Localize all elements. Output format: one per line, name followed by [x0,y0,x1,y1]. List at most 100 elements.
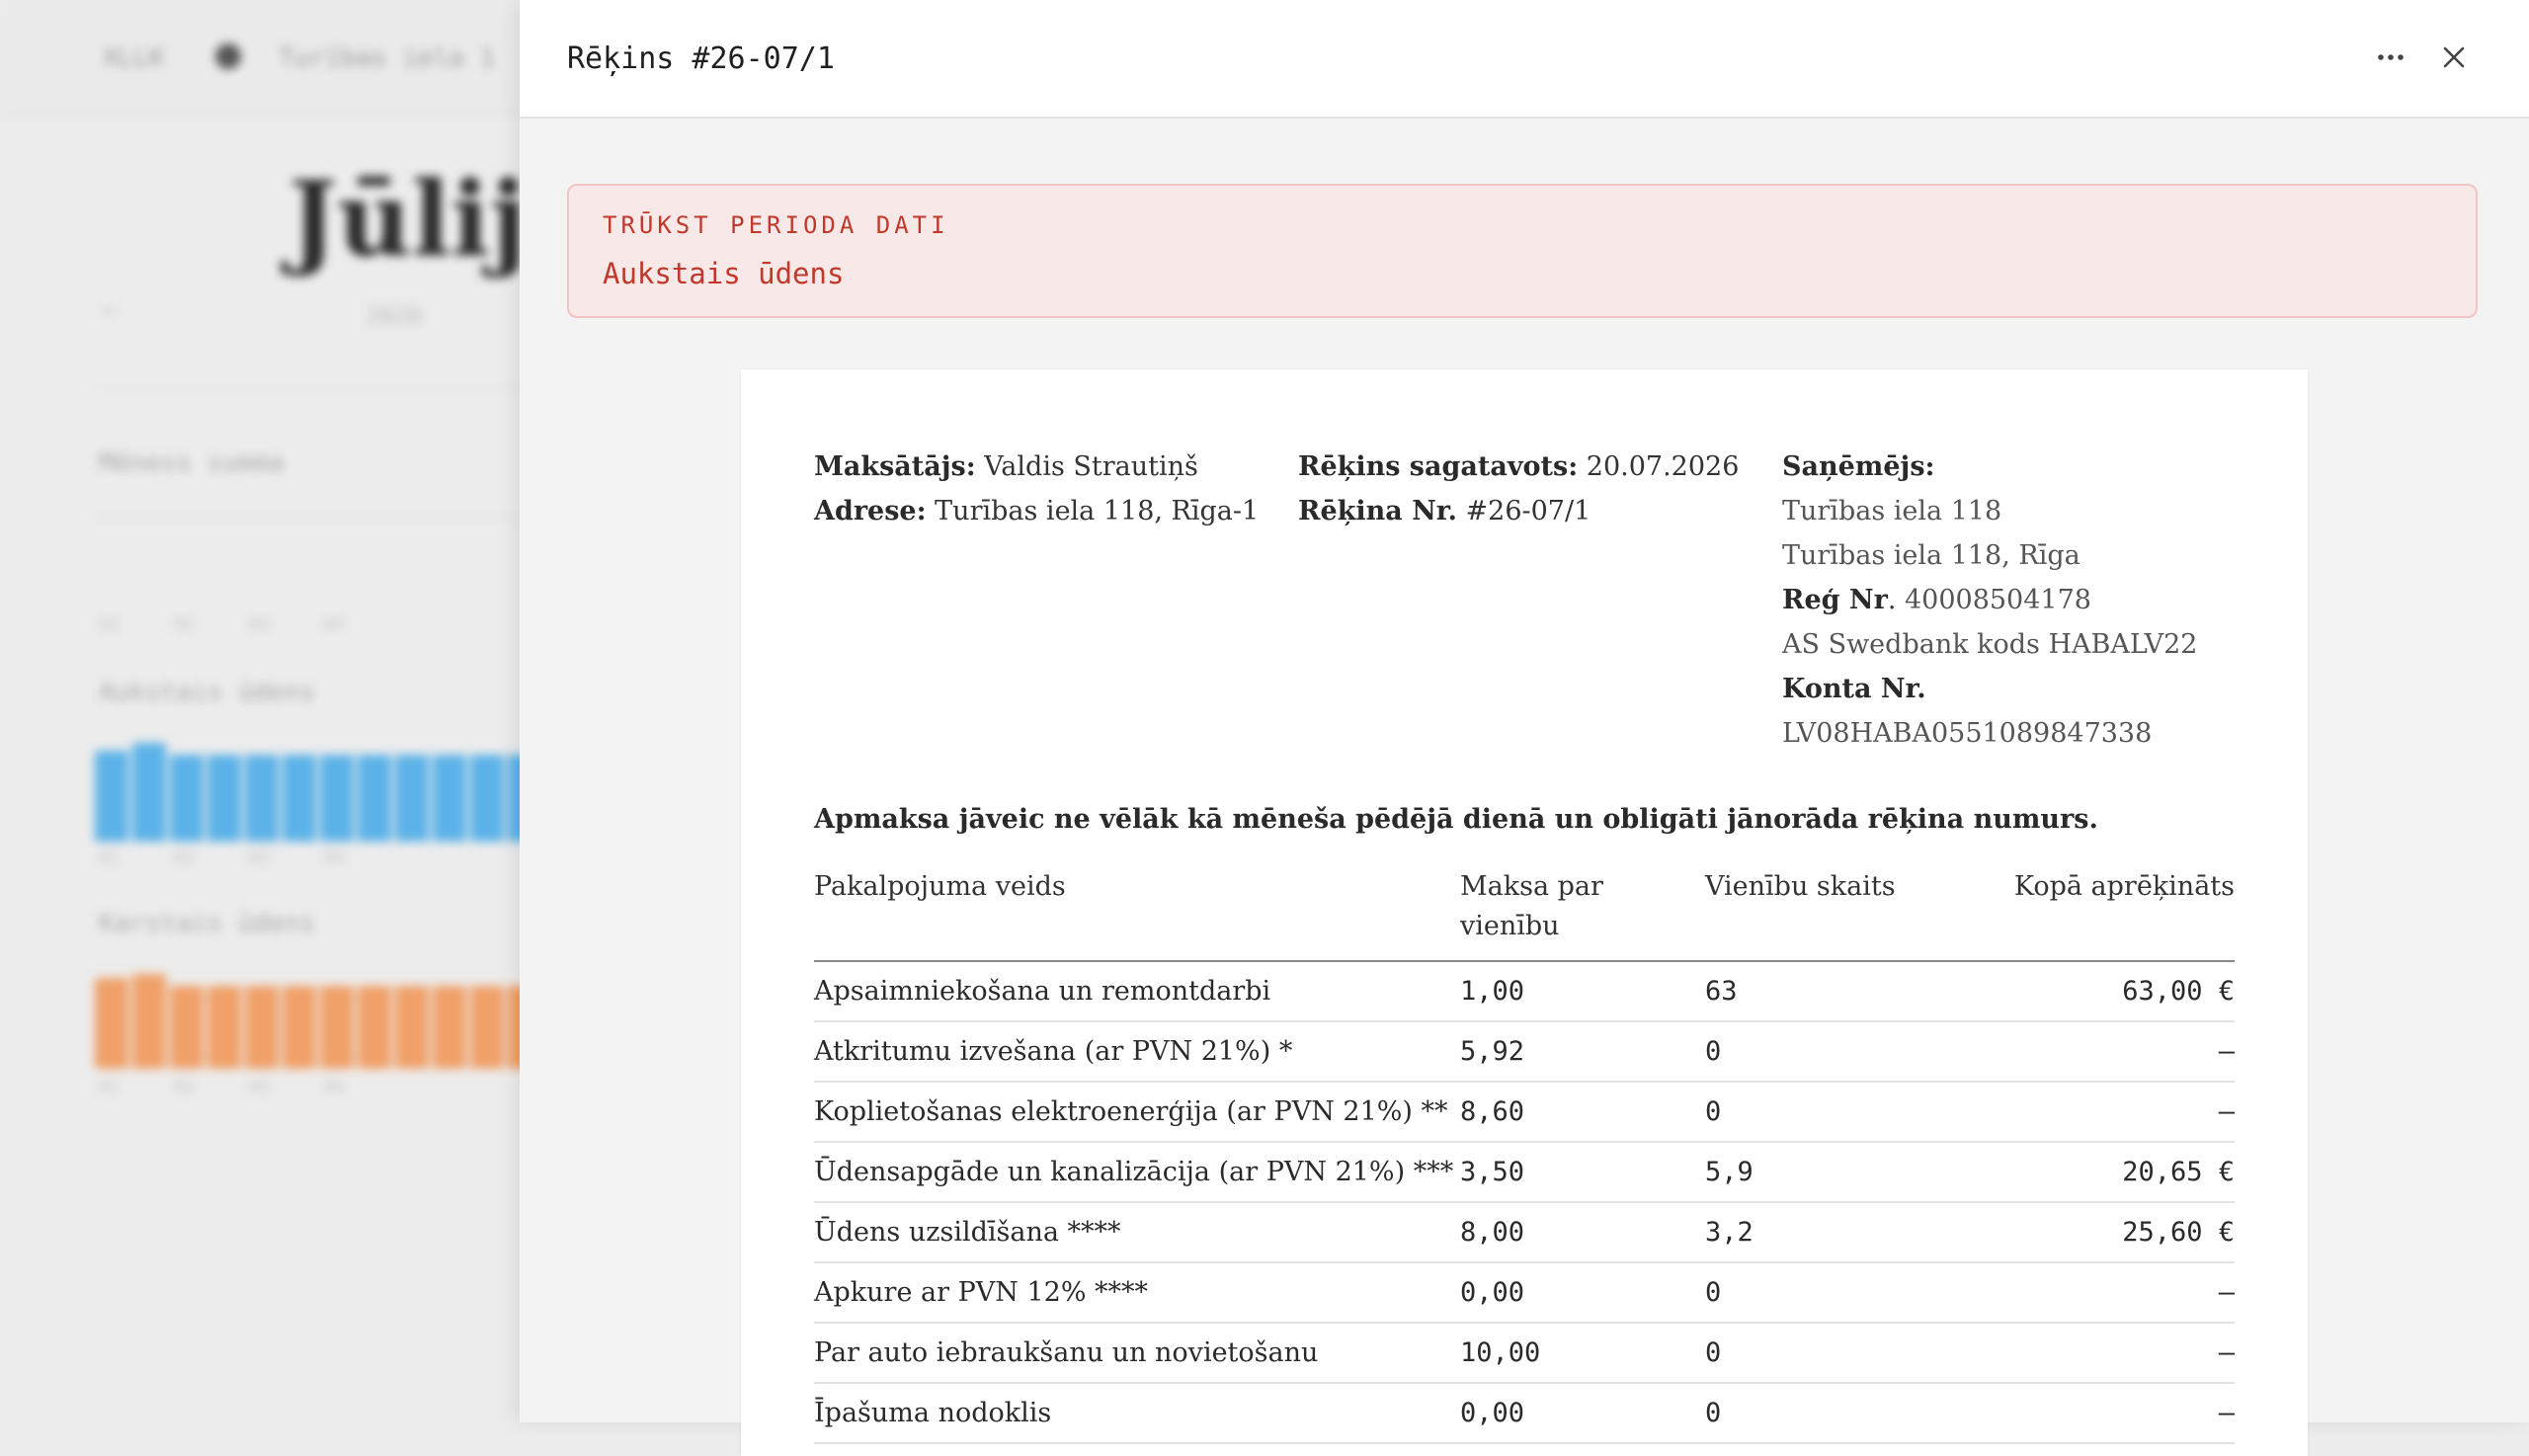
total-cell: 25,60 € [1952,1202,2235,1263]
close-icon [2443,46,2465,68]
panel-title: Rēķins #26-07/1 [567,41,835,76]
unit-price-cell: 5,92 [1460,1021,1705,1083]
unit-price-cell: 3,50 [1460,1142,1705,1203]
units-cell: 3,2 [1705,1202,1952,1263]
invoice-meta: Rēķins sagatavots: 20.07.2026 Rēķina Nr.… [1298,445,1739,533]
bank-info: AS Swedbank kods HABALV22 [1782,629,2198,660]
background-bar [95,751,128,842]
services-table: Pakalpojuma veids Maksa par vienību Vien… [814,855,2235,1444]
more-horizontal-icon [2378,54,2404,60]
service-cell: Īpašuma nodoklis [814,1383,1460,1444]
background-bar [170,755,204,842]
background-breadcrumb-right: Turības iela 1 [279,43,496,73]
missing-data-alert: TRŪKST PERIODA DATI Aukstais ūdens [567,184,2478,318]
table-header-row: Pakalpojuma veids Maksa par vienību Vien… [814,855,2235,962]
prepared-value: 20.07.2026 [1586,451,1740,482]
service-cell: Apkure ar PVN 12% **** [814,1262,1460,1324]
background-bar [470,755,504,842]
background-bar [358,755,391,842]
unit-price-cell: 0,00 [1460,1262,1705,1324]
panel-header: Rēķins #26-07/1 [520,0,2529,119]
background-bar [433,986,466,1069]
background-bar [245,755,279,842]
background-tick: 04 [323,614,345,635]
background-tick: 01 [99,848,121,868]
background-tick: 01 [99,614,121,635]
account-value: LV08HABA0551089847338 [1782,718,2153,749]
background-bar [470,986,504,1069]
units-cell: 0 [1705,1021,1952,1083]
background-year: 2026 [366,302,423,330]
background-bar [207,755,241,842]
background-bar [245,986,279,1069]
background-topbar: XLLK Turības iela 1 [0,0,553,115]
background-ticks: 01 02 03 04 [99,1077,345,1097]
background-bar [283,986,316,1069]
background-bar [395,755,429,842]
table-row: Koplietošanas elektroenerģija (ar PVN 21… [814,1082,2235,1143]
service-cell: Ūdens uzsildīšana **** [814,1202,1460,1263]
background-tick: 03 [248,848,271,868]
total-cell: — [1952,1262,2235,1324]
column-header-total: Kopā aprēķināts [1952,855,2235,962]
column-header-service: Pakalpojuma veids [814,855,1460,962]
background-chart2 [95,974,541,1069]
invoice-document: Maksātājs: Valdis Strautiņš Adrese: Turī… [741,369,2308,1456]
background-tick: 02 [173,614,196,635]
service-cell: Ūdensapgāde un kanalizācija (ar PVN 21%)… [814,1142,1460,1203]
total-cell: — [1952,1021,2235,1083]
units-cell: 63 [1705,961,1952,1022]
table-row: Par auto iebraukšanu un novietošanu 10,00… [814,1323,2235,1384]
table-row: Atkritumu izvešana (ar PVN 21%) * 5,92 0— [814,1021,2235,1083]
table-row: Apsaimniekošana un remontdarbi 1,00 63 63,0… [814,961,2235,1022]
total-cell: 63,00 € [1952,961,2235,1022]
background-chart1-label: Aukstais ūdens [99,678,316,707]
payer-value: Valdis Strautiņš [984,451,1198,482]
background-bar [283,755,316,842]
background-ticks: 01 02 03 04 [99,614,345,635]
units-cell: 0 [1705,1323,1952,1384]
invoice-panel: Rēķins #26-07/1 TRŪKST PERIODA DATI Auks… [520,0,2529,1456]
units-cell: 5,9 [1705,1142,1952,1203]
alert-title: TRŪKST PERIODA DATI [603,211,949,239]
background-chart2-label: Karstais ūdens [99,909,316,938]
total-cell: 20,65 € [1952,1142,2235,1203]
unit-price-cell: 1,00 [1460,961,1705,1022]
address-label: Adrese: [814,496,927,526]
recipient-info: Saņēmējs: Turības iela 118 Turības iela … [1782,445,2197,756]
units-cell: 0 [1705,1082,1952,1143]
close-button[interactable] [2426,30,2482,85]
background-tick: 03 [248,614,271,635]
alert-body: Aukstais ūdens [603,257,845,290]
number-value: #26-07/1 [1465,496,1591,526]
background-tick: 04 [323,848,345,868]
more-options-button[interactable] [2363,30,2418,85]
table-row: Apkure ar PVN 12% **** 0,00 0— [814,1262,2235,1324]
background-breadcrumb-left: XLLK [103,43,165,73]
service-cell: Koplietošanas elektroenerģija (ar PVN 21… [814,1082,1460,1143]
recipient-name: Turības iela 118 [1782,496,2002,526]
background-section-label: Mēness summa [99,448,285,478]
payer-label: Maksātājs: [814,451,976,482]
units-cell: 0 [1705,1383,1952,1444]
background-bar [395,986,429,1069]
background-tick: 01 [99,1077,121,1097]
background-divider [95,387,559,389]
background-tick: 04 [323,1077,345,1097]
number-label: Rēķina Nr. [1298,496,1457,526]
service-cell: Atkritumu izvešana (ar PVN 21%) * [814,1021,1460,1083]
unit-price-cell: 10,00 [1460,1323,1705,1384]
table-row: Ūdens uzsildīšana **** 8,00 3,2 25,60 € [814,1202,2235,1263]
service-cell: Par auto iebraukšanu un novietošanu [814,1323,1460,1384]
background-ticks: 01 02 03 04 [99,848,345,868]
total-cell: — [1952,1082,2235,1143]
background-dot-icon [215,43,241,69]
background-tick: 02 [173,848,196,868]
column-header-units: Vienību skaits [1705,855,1952,962]
total-cell: — [1952,1323,2235,1384]
unit-price-cell: 8,00 [1460,1202,1705,1263]
background-bar [132,743,166,842]
background-bar [207,986,241,1069]
table-row: Ūdensapgāde un kanalizācija (ar PVN 21%)… [814,1142,2235,1203]
background-tick: 03 [248,1077,271,1097]
